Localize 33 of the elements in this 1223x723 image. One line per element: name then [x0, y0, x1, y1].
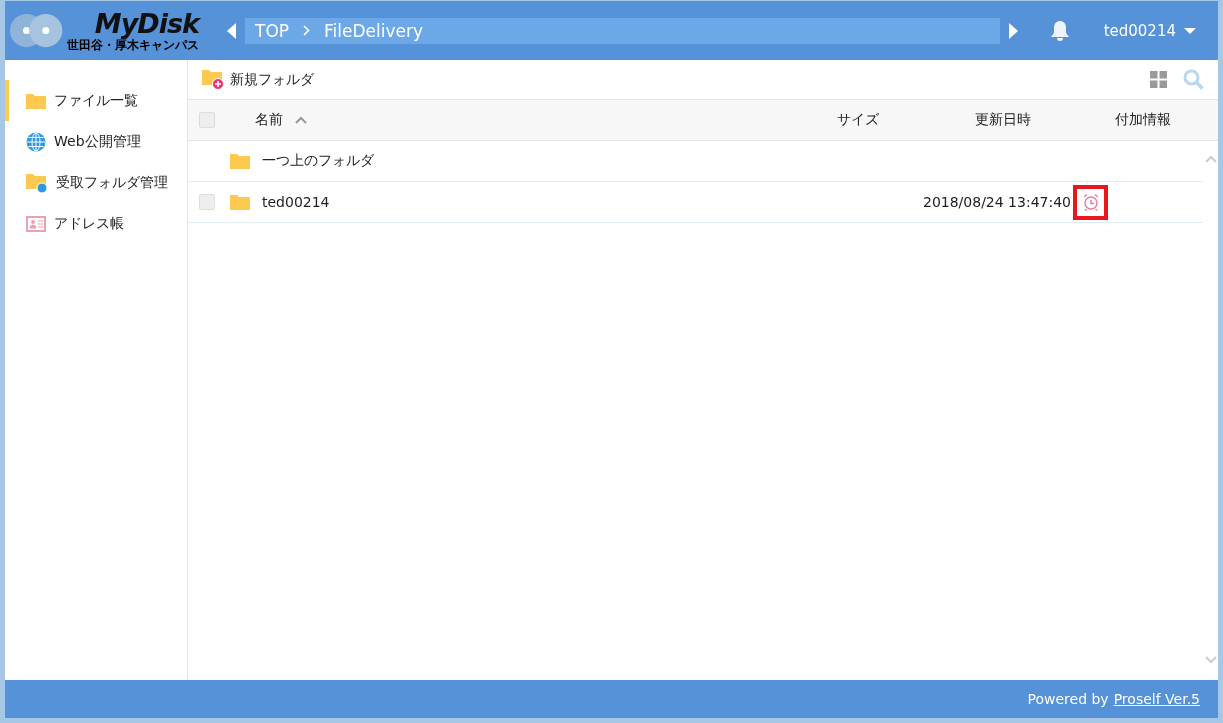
- column-header[interactable]: 名前: [255, 111, 283, 129]
- powered-by-text: Powered by: [1027, 691, 1109, 707]
- right-arrow-icon[interactable]: [1008, 22, 1018, 39]
- folder-plus-icon: [202, 69, 224, 90]
- folder-name[interactable]: ted00214: [262, 194, 330, 210]
- column-header[interactable]: 付加情報: [1115, 111, 1171, 129]
- search-icon[interactable]: [1183, 69, 1204, 90]
- caret-icon[interactable]: [1184, 27, 1196, 34]
- sort-caret-icon[interactable]: [295, 116, 307, 124]
- modified-date: 2018/08/24 13:47:40: [922, 194, 1071, 210]
- disc-logo-icon: [9, 13, 65, 48]
- scroll-up-icon[interactable]: [1204, 155, 1217, 163]
- folder-icon: [26, 92, 46, 109]
- scroll-down-icon[interactable]: [1204, 656, 1217, 664]
- left-arrow-icon[interactable]: [227, 22, 236, 39]
- new-folder-button[interactable]: 新規フォルダ: [202, 69, 314, 90]
- parent-folder-link[interactable]: 一つ上のフォルダ: [262, 152, 374, 170]
- address-card-icon: [26, 215, 46, 232]
- folder-icon: [230, 153, 250, 169]
- grid-view-icon[interactable]: [1150, 71, 1167, 88]
- column-header[interactable]: サイズ: [837, 111, 879, 129]
- sidebar-item[interactable]: アドレス帳: [5, 203, 187, 244]
- folder-icon: [230, 194, 250, 210]
- logo-title: MyDisk: [94, 9, 199, 38]
- select-all-checkbox[interactable]: [199, 112, 215, 128]
- bell-icon[interactable]: [1049, 19, 1070, 42]
- sidebar-item[interactable]: 受取フォルダ管理: [5, 162, 187, 203]
- column-header[interactable]: 更新日時: [975, 111, 1031, 129]
- chevron-icon: [303, 25, 311, 36]
- folder-globe-icon: [26, 172, 48, 193]
- sidebar-item[interactable]: Web公開管理: [5, 121, 187, 162]
- checkbox[interactable]: [199, 194, 215, 210]
- globe-icon: [26, 131, 46, 152]
